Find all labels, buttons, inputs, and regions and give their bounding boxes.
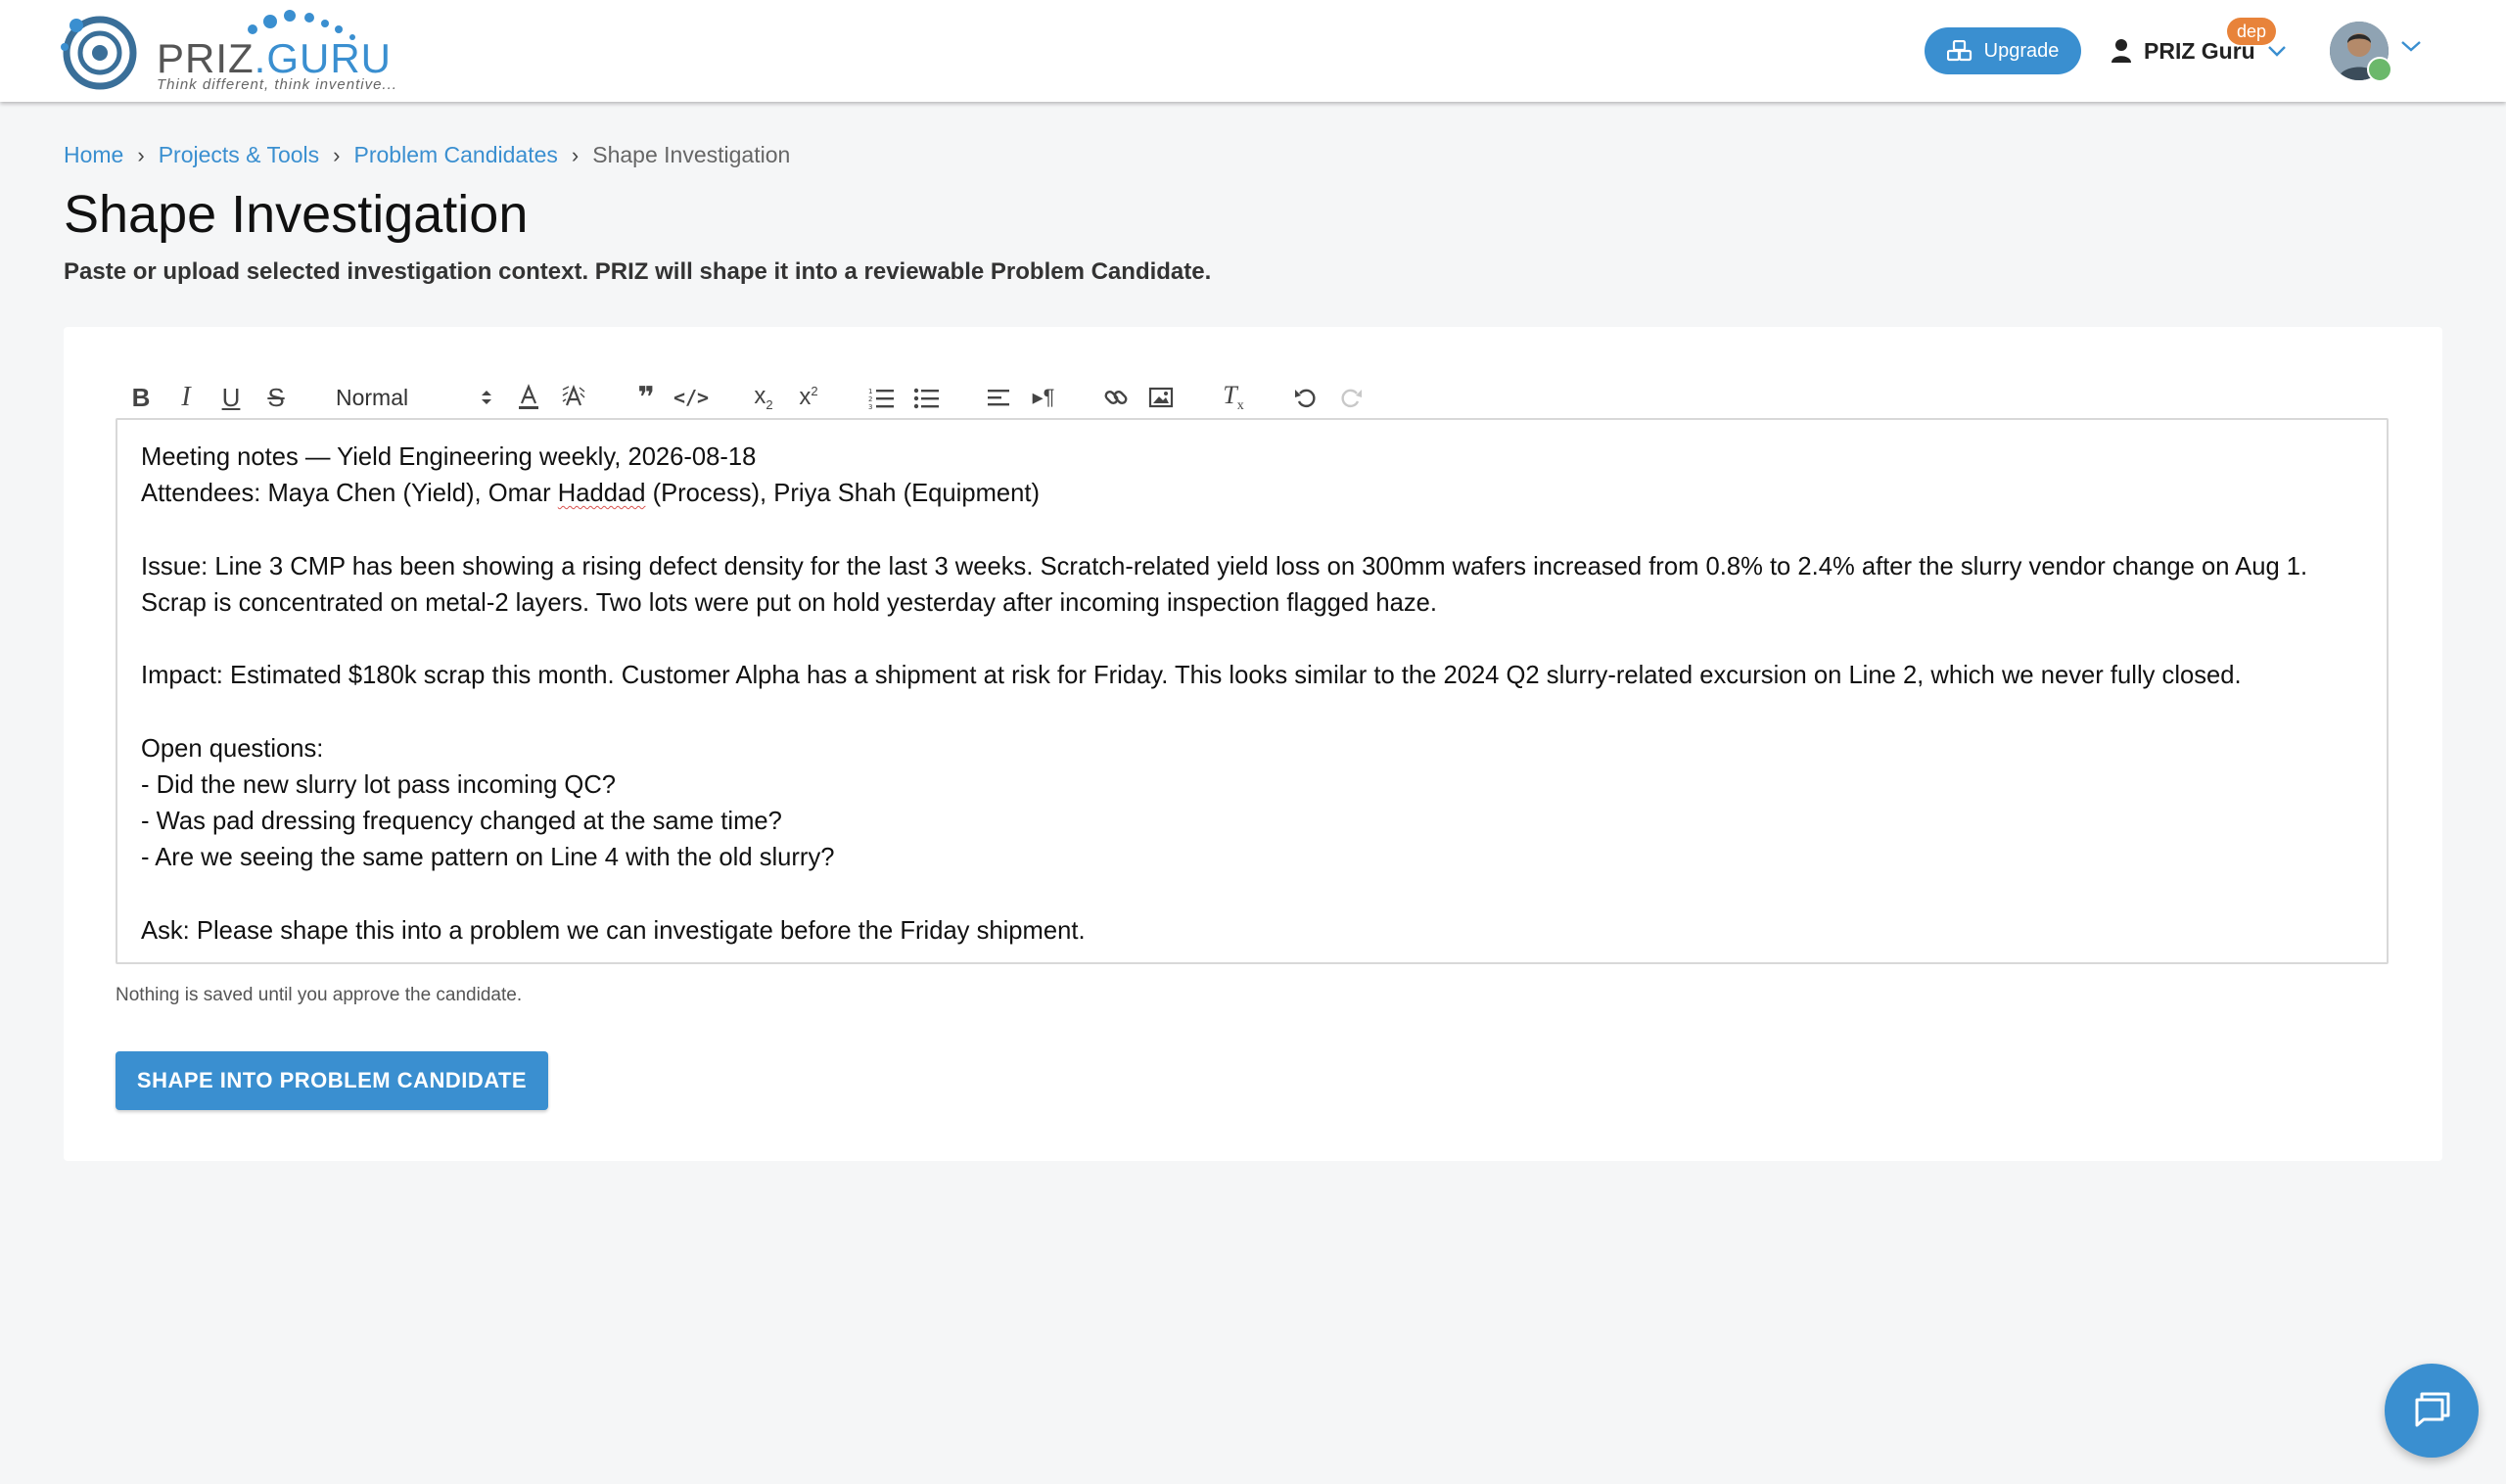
svg-text:2: 2 bbox=[868, 395, 872, 403]
editor-line: - Was pad dressing frequency changed at … bbox=[141, 807, 782, 835]
underline-icon[interactable]: U bbox=[209, 376, 254, 419]
heading-select[interactable]: Normal bbox=[326, 376, 506, 419]
heading-select-value: Normal bbox=[336, 384, 409, 410]
chat-support-button[interactable] bbox=[2385, 1364, 2479, 1458]
breadcrumb-current: Shape Investigation bbox=[592, 142, 791, 167]
text-direction-icon[interactable]: ▸¶ bbox=[1021, 376, 1066, 419]
priz-guru-logo[interactable]: PRIZ.GURU Think different, think inventi… bbox=[61, 8, 413, 96]
editor-line-attendees: Attendees: Maya Chen (Yield), Omar Hadda… bbox=[141, 476, 2363, 512]
logo-tagline: Think different, think inventive... bbox=[157, 76, 397, 93]
bold-icon[interactable]: B bbox=[118, 376, 163, 419]
page-title: Shape Investigation bbox=[64, 185, 529, 244]
subscript-icon[interactable]: x2 bbox=[741, 376, 786, 419]
breadcrumb-separator-icon: › bbox=[137, 142, 145, 167]
chat-icon bbox=[2415, 1392, 2450, 1427]
breadcrumb-home[interactable]: Home bbox=[64, 142, 123, 168]
superscript-icon[interactable]: x2 bbox=[786, 376, 831, 419]
breadcrumb-projects-tools[interactable]: Projects & Tools bbox=[159, 142, 319, 168]
strikethrough-icon[interactable]: S bbox=[254, 376, 299, 419]
upgrade-label: Upgrade bbox=[1983, 39, 2060, 62]
code-block-icon[interactable]: </> bbox=[669, 376, 714, 419]
attendees-text: Attendees: Maya Chen (Yield), Omar Hadda… bbox=[141, 480, 1040, 508]
svg-text:1: 1 bbox=[868, 388, 872, 395]
background-color-icon[interactable] bbox=[551, 376, 596, 419]
chevron-down-icon bbox=[2267, 46, 2286, 57]
shape-into-problem-candidate-button[interactable]: SHAPE INTO PROBLEM CANDIDATE bbox=[116, 1051, 548, 1110]
bullet-list-icon[interactable] bbox=[904, 376, 949, 419]
ordered-list-icon[interactable]: 123 bbox=[859, 376, 904, 419]
undo-icon[interactable] bbox=[1283, 376, 1328, 419]
breadcrumb-separator-icon: › bbox=[571, 142, 580, 167]
editor-line: Ask: Please shape this into a problem we… bbox=[141, 916, 1086, 945]
save-hint: Nothing is saved until you approve the c… bbox=[116, 985, 523, 1005]
environment-badge: dep bbox=[2227, 18, 2276, 45]
logo-wordmark: PRIZ.GURU bbox=[157, 35, 393, 81]
text-color-icon[interactable] bbox=[506, 376, 551, 419]
online-status-icon bbox=[2367, 57, 2392, 82]
editor-line: Open questions: bbox=[141, 734, 324, 763]
editor-line: Meeting notes — Yield Engineering weekly… bbox=[141, 443, 757, 471]
clear-format-icon[interactable]: Tx bbox=[1211, 376, 1256, 419]
breadcrumb: Home › Projects & Tools › Problem Candid… bbox=[64, 142, 790, 168]
cubes-icon bbox=[1946, 40, 1972, 62]
link-icon[interactable] bbox=[1093, 376, 1138, 419]
editor-line: Impact: Estimated $180k scrap this month… bbox=[141, 662, 2242, 690]
image-icon[interactable] bbox=[1138, 376, 1183, 419]
editor-line: Issue: Line 3 CMP has been showing a ris… bbox=[141, 552, 2308, 580]
breadcrumb-problem-candidates[interactable]: Problem Candidates bbox=[354, 142, 558, 168]
editor-line: Scrap is concentrated on metal-2 layers.… bbox=[141, 588, 1438, 617]
editor-toolbar: B I U S Normal ❞ </> x2 x2 123 ▸¶ Tx bbox=[118, 376, 1373, 419]
editor-line: - Did the new slurry lot pass incoming Q… bbox=[141, 770, 617, 799]
page-subtitle: Paste or upload selected investigation c… bbox=[64, 258, 1212, 285]
editor-line: - Are we seeing the same pattern on Line… bbox=[141, 844, 835, 872]
upgrade-button[interactable]: Upgrade bbox=[1925, 27, 2081, 74]
context-editor[interactable]: Meeting notes — Yield Engineering weekly… bbox=[116, 418, 2389, 964]
investigation-card: B I U S Normal ❞ </> x2 x2 123 ▸¶ Tx Mee… bbox=[64, 327, 2442, 1161]
align-left-icon[interactable] bbox=[976, 376, 1021, 419]
user-icon bbox=[2112, 39, 2131, 63]
blockquote-icon[interactable]: ❞ bbox=[624, 376, 669, 419]
redo-icon[interactable] bbox=[1328, 376, 1373, 419]
select-arrows-icon bbox=[482, 391, 491, 404]
avatar-chevron-down-icon[interactable] bbox=[2400, 39, 2422, 53]
svg-text:3: 3 bbox=[868, 403, 872, 409]
breadcrumb-separator-icon: › bbox=[333, 142, 341, 167]
italic-icon[interactable]: I bbox=[163, 376, 209, 419]
top-navigation-bar: PRIZ.GURU Think different, think inventi… bbox=[0, 0, 2506, 102]
